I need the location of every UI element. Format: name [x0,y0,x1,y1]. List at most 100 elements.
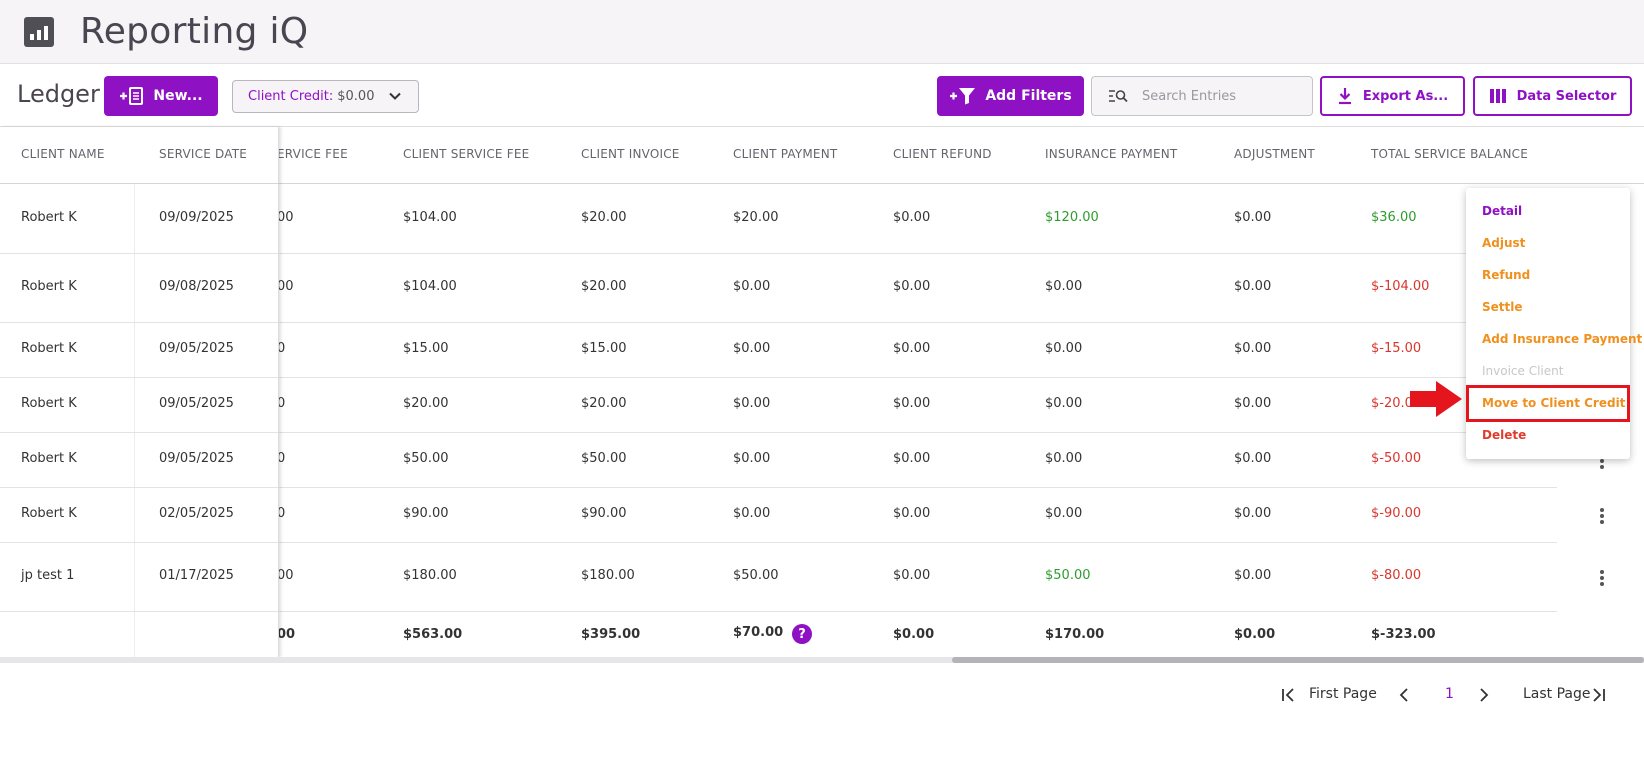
cell-client-name: Robert K [21,210,77,225]
cell-insurance-payment: $0.00 [1045,279,1083,294]
cell-client-service-fee: $104.00 [403,279,457,294]
cell-client-invoice: $15.00 [581,341,627,356]
export-as-button[interactable]: Export As... [1320,76,1465,116]
col-header-client-payment[interactable]: CLIENT PAYMENT [733,147,837,161]
row-actions-icon[interactable] [1595,506,1609,526]
menu-item-invoice-client: Invoice Client [1482,364,1564,378]
bar-chart-icon [24,16,54,47]
total-insurance-payment: $170.00 [1045,627,1105,642]
help-icon[interactable]: ? [792,624,812,644]
cell-client-refund: $0.00 [893,341,931,356]
total-adjustment: $0.00 [1234,627,1276,642]
col-header-total-service-balance[interactable]: TOTAL SERVICE BALANCE [1371,147,1528,161]
cell-adjustment: $0.00 [1234,506,1272,521]
last-page-icon[interactable] [1590,686,1606,704]
cell-adjustment: $0.00 [1234,396,1272,411]
last-page-link[interactable]: Last Page [1523,686,1591,702]
client-credit-value: $0.00 [337,89,375,104]
cell-service-fee: 00 [277,568,294,583]
cell-insurance-payment: $0.00 [1045,341,1083,356]
frozen-columns: CLIENT NAME SERVICE DATE Robert K 09/09/… [0,127,279,657]
row-divider [0,377,279,378]
annotation-arrow-icon [1410,381,1462,417]
menu-item-settle[interactable]: Settle [1482,300,1523,314]
chevron-down-icon [389,92,401,100]
add-filters-button[interactable]: Add Filters [937,76,1084,116]
cell-service-date: 02/05/2025 [159,506,234,521]
cell-adjustment: $0.00 [1234,341,1272,356]
cell-service-fee: 00 [277,210,294,225]
menu-item-add-insurance-payment[interactable]: Add Insurance Payment [1482,332,1642,346]
row-divider [0,322,279,323]
cell-client-name: jp test 1 [21,568,75,583]
first-page-link[interactable]: First Page [1309,686,1377,702]
row-divider [0,432,279,433]
cell-total-service-balance: $-90.00 [1371,506,1422,521]
cell-client-invoice: $180.00 [581,568,635,583]
cell-service-fee: 00 [277,279,294,294]
data-selector-button[interactable]: Data Selector [1473,76,1632,116]
row-actions-icon[interactable] [1595,568,1609,588]
cell-service-date: 09/05/2025 [159,396,234,411]
cell-insurance-payment: $0.00 [1045,506,1083,521]
col-header-service-date[interactable]: SERVICE DATE [159,147,247,161]
cell-client-name: Robert K [21,279,77,294]
scrollbar-thumb[interactable] [952,657,1644,663]
menu-item-delete[interactable]: Delete [1482,428,1526,442]
cell-total-service-balance: $-15.00 [1371,341,1422,356]
cell-client-invoice: $90.00 [581,506,627,521]
menu-item-adjust[interactable]: Adjust [1482,236,1525,250]
frozen-column-divider [134,184,135,657]
cell-client-name: Robert K [21,341,77,356]
new-entry-label: New... [153,88,203,104]
cell-client-payment: $0.00 [733,341,771,356]
search-box[interactable] [1091,76,1313,116]
cell-client-refund: $0.00 [893,210,931,225]
col-header-insurance-payment[interactable]: INSURANCE PAYMENT [1045,147,1177,161]
col-header-client-refund[interactable]: CLIENT REFUND [893,147,992,161]
total-client-refund: $0.00 [893,627,935,642]
new-entry-button[interactable]: New... [104,76,218,116]
cell-total-service-balance: $36.00 [1371,210,1417,225]
col-header-client-service-fee[interactable]: CLIENT SERVICE FEE [403,147,529,161]
cell-adjustment: $0.00 [1234,568,1272,583]
cell-service-date: 09/09/2025 [159,210,234,225]
cell-insurance-payment: $0.00 [1045,396,1083,411]
col-header-service-fee[interactable]: ERVICE FEE [277,147,348,161]
client-credit-label: Client Credit: [248,89,334,104]
cell-client-service-fee: $104.00 [403,210,457,225]
row-divider [0,611,279,612]
col-header-adjustment[interactable]: ADJUSTMENT [1234,147,1315,161]
search-input[interactable] [1142,88,1292,104]
columns-icon [1489,89,1506,103]
cell-client-refund: $0.00 [893,506,931,521]
previous-page-icon[interactable] [1398,686,1410,704]
cell-client-service-fee: $50.00 [403,451,449,466]
menu-item-refund[interactable]: Refund [1482,268,1530,282]
next-page-icon[interactable] [1478,686,1490,704]
cell-client-payment: $20.00 [733,210,779,225]
cell-insurance-payment: $50.00 [1045,568,1091,583]
add-filters-label: Add Filters [985,88,1072,104]
cell-client-service-fee: $15.00 [403,341,449,356]
col-header-client-name[interactable]: CLIENT NAME [21,147,105,161]
cell-client-refund: $0.00 [893,451,931,466]
cell-client-payment: $50.00 [733,568,779,583]
cell-client-invoice: $20.00 [581,210,627,225]
col-header-client-invoice[interactable]: CLIENT INVOICE [581,147,680,161]
client-credit-dropdown[interactable]: Client Credit: $0.00 [232,80,419,113]
current-page-number[interactable]: 1 [1445,686,1454,702]
cell-total-service-balance: $-50.00 [1371,451,1422,466]
export-as-label: Export As... [1362,88,1449,104]
total-client-payment: $70.00 [733,625,784,640]
total-client-invoice: $395.00 [581,627,641,642]
cell-service-date: 09/08/2025 [159,279,234,294]
row-divider [0,253,279,254]
horizontal-scrollbar[interactable] [0,657,1644,663]
cell-client-name: Robert K [21,396,77,411]
download-icon [1338,88,1351,105]
cell-client-name: Robert K [21,506,77,521]
cell-client-payment: $0.00 [733,451,771,466]
first-page-icon[interactable] [1281,686,1297,704]
menu-item-detail[interactable]: Detail [1482,204,1522,218]
